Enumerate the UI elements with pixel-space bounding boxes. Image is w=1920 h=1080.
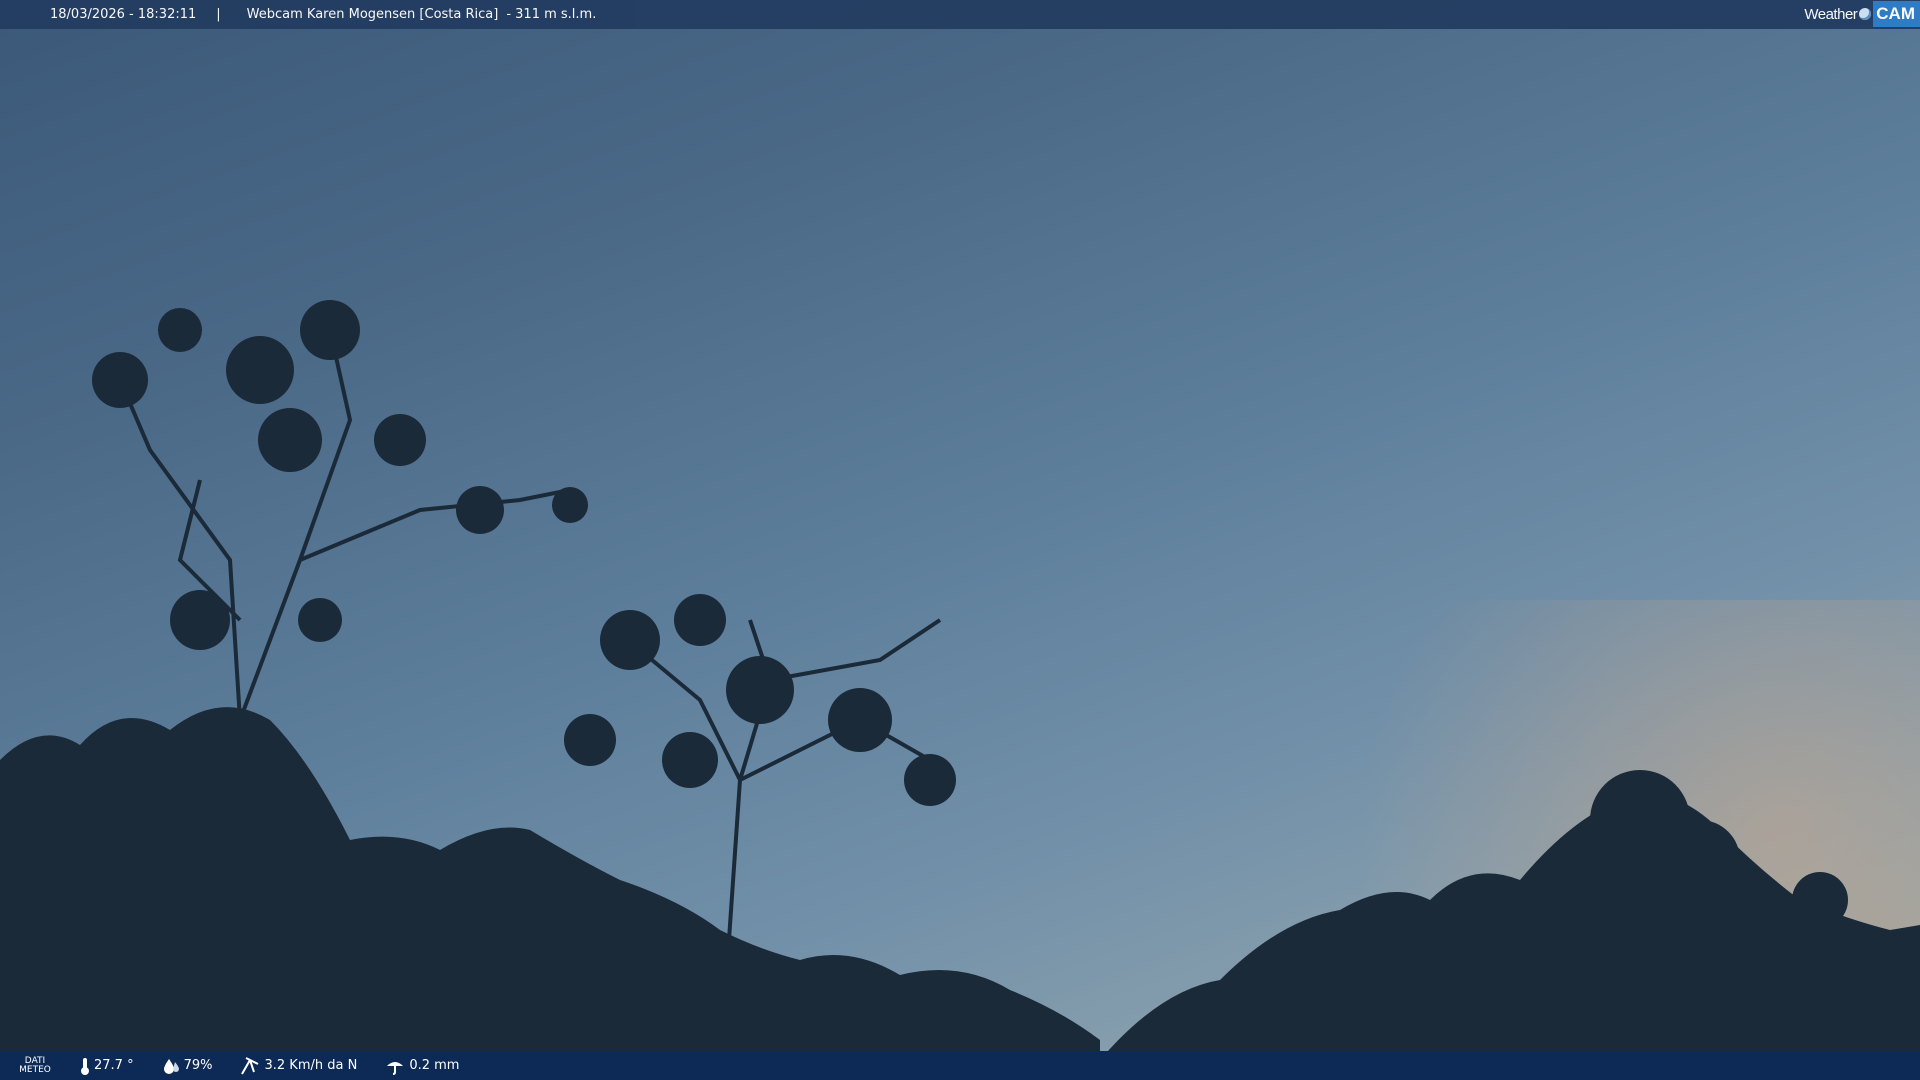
humidity-icon	[163, 1058, 179, 1074]
rain-gauge-icon	[387, 1061, 404, 1075]
temperature-value: 27.7 °	[94, 1058, 134, 1073]
weather-label-line2: METEO	[19, 1064, 51, 1075]
brand-weather-text: Weather	[1804, 5, 1858, 23]
rain-value: 0.2 mm	[409, 1058, 460, 1073]
humidity-reading: 79%	[162, 1058, 213, 1074]
humidity-value: 79%	[183, 1058, 213, 1073]
thermometer-icon	[81, 1057, 89, 1075]
temperature-reading: 27.7 °	[80, 1057, 134, 1075]
wind-icon	[241, 1056, 259, 1074]
brand-drop-icon	[1859, 8, 1872, 20]
wind-reading: 3.2 Km/h da N	[240, 1056, 358, 1075]
weathercam-logo: Weather CAM	[1804, 1, 1920, 27]
camera-elevation: - 311 m s.l.m.	[506, 7, 597, 22]
rain-reading: 0.2 mm	[385, 1057, 459, 1075]
camera-title: Webcam Karen Mogensen [Costa Rica]	[246, 7, 499, 22]
weather-data-bar: DATI METEO 27.7 ° 79% 3.2 Km/h da N 0.2 …	[0, 1051, 1920, 1080]
wind-value: 3.2 Km/h da N	[264, 1058, 358, 1073]
webcam-image	[0, 0, 1920, 1080]
landscape-silhouette	[0, 300, 1920, 1080]
brand-cam-text: CAM	[1873, 1, 1920, 27]
caption-separator: |	[216, 7, 221, 22]
top-caption-bar: 18/03/2026 - 18:32:11 | Webcam Karen Mog…	[0, 0, 1920, 29]
weather-data-label: DATI METEO	[18, 1056, 52, 1075]
timestamp: 18/03/2026 - 18:32:11	[50, 7, 197, 22]
